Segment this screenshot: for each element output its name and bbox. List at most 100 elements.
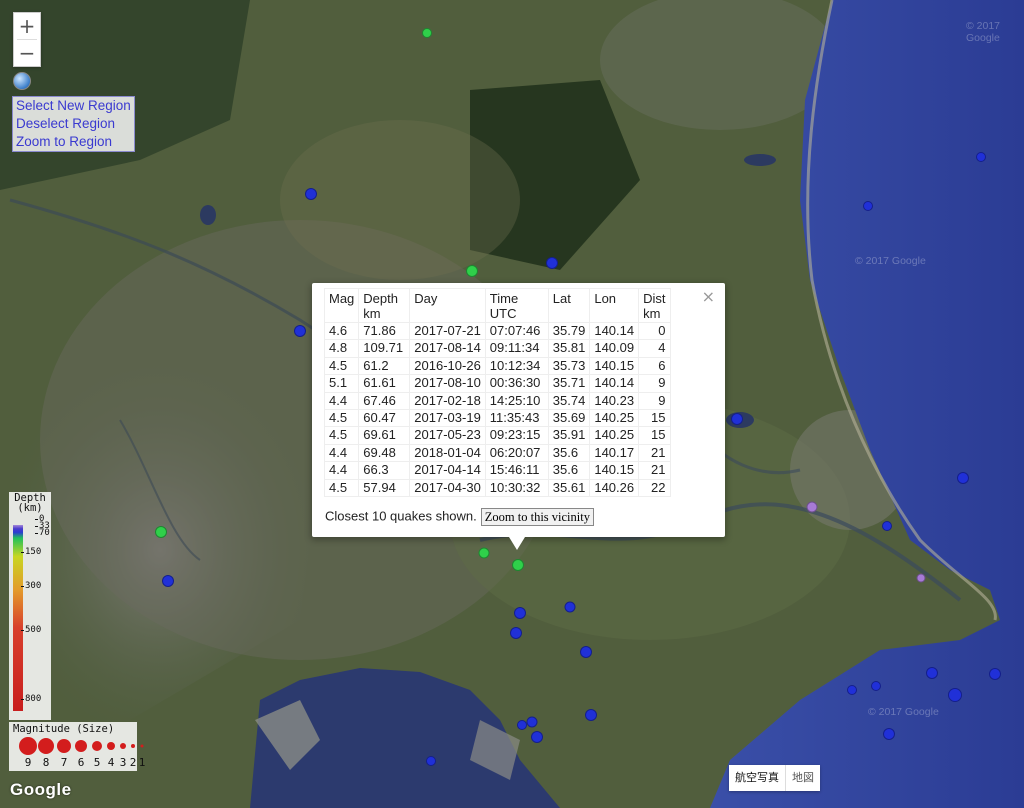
earthquake-marker[interactable]	[466, 265, 478, 277]
earthquake-marker[interactable]	[514, 607, 526, 619]
earthquake-marker[interactable]	[512, 559, 524, 571]
magnitude-legend-title: Magnitude (Size)	[13, 723, 115, 735]
earthquake-marker[interactable]	[882, 521, 892, 531]
earthquake-marker[interactable]	[948, 688, 962, 702]
earthquake-marker[interactable]	[517, 720, 527, 730]
deselect-region-link[interactable]: Deselect Region	[16, 115, 131, 133]
earthquake-marker[interactable]	[989, 668, 1001, 680]
depth-legend-title: Depth (km)	[14, 492, 46, 514]
table-cell: 2018-01-04	[409, 443, 486, 463]
table-cell: 10:30:32	[484, 478, 549, 498]
earthquake-marker[interactable]	[162, 575, 174, 587]
table-cell: 15:46:11	[484, 461, 549, 480]
table-row: 4.5 61.2 2016-10-26 10:12:34 35.73 140.15 6	[323, 356, 671, 376]
table-cell: 35.71	[547, 374, 591, 393]
table-row: 4.5 57.94 2017-04-30 10:30:32 35.61 140.26 22	[323, 478, 671, 498]
earthquake-marker[interactable]	[731, 413, 743, 425]
table-row: 4.8 109.71 2017-08-14 09:11:34 35.81 140.09 4	[323, 339, 671, 358]
zoom-to-region-link[interactable]: Zoom to Region	[16, 133, 131, 151]
earthquake-marker[interactable]	[883, 728, 895, 740]
table-cell: 4	[638, 339, 671, 358]
table-cell: 140.09	[589, 339, 640, 358]
table-cell: 4.4	[323, 391, 360, 411]
zoom-out-button[interactable]: −	[14, 40, 40, 66]
table-cell: 67.46	[358, 391, 411, 411]
zoom-control: + −	[13, 12, 41, 67]
table-cell: 109.71	[358, 339, 411, 358]
earthquake-marker[interactable]	[422, 28, 432, 38]
magnitude-size-dot	[19, 737, 37, 755]
earthquake-marker[interactable]	[863, 201, 873, 211]
earthquake-marker[interactable]	[546, 257, 558, 269]
magnitude-label: 4	[107, 756, 115, 769]
earthquake-marker[interactable]	[976, 152, 986, 162]
earthquake-marker[interactable]	[426, 756, 436, 766]
table-row: 4.4 69.48 2018-01-04 06:20:07 35.6 140.17 21	[323, 443, 671, 463]
header-day: Day	[409, 288, 486, 323]
earthquake-marker[interactable]	[871, 681, 881, 691]
earthquake-marker[interactable]	[510, 627, 522, 639]
table-cell: 2017-07-21	[409, 321, 486, 341]
earthquake-marker[interactable]	[926, 667, 938, 679]
table-cell: 4.8	[323, 339, 360, 358]
earthquake-marker[interactable]	[847, 685, 857, 695]
earthquake-marker[interactable]	[806, 501, 818, 513]
table-cell: 35.81	[547, 339, 591, 358]
table-cell: 66.3	[358, 461, 411, 480]
earthquake-marker[interactable]	[957, 472, 969, 484]
table-cell: 61.2	[358, 356, 411, 376]
table-row: 4.4 67.46 2017-02-18 14:25:10 35.74 140.23 9	[323, 391, 671, 411]
table-cell: 35.74	[547, 391, 591, 411]
earthquake-marker[interactable]	[305, 188, 317, 200]
map-watermark: © 2017 Google	[855, 255, 926, 267]
earthquake-marker[interactable]	[478, 547, 490, 559]
earthquake-marker[interactable]	[916, 573, 926, 583]
table-cell: 2017-04-14	[409, 461, 486, 480]
table-cell: 140.23	[589, 391, 640, 411]
table-cell: 4.5	[323, 426, 360, 445]
magnitude-size-dot	[120, 743, 126, 749]
zoom-to-vicinity-button[interactable]: Zoom to this vicinity	[480, 508, 594, 526]
table-cell: 15	[638, 426, 671, 445]
region-menu: Select New Region Deselect Region Zoom t…	[12, 96, 135, 152]
magnitude-size-dot	[131, 744, 135, 748]
header-mag: Mag	[323, 288, 360, 323]
select-new-region-link[interactable]: Select New Region	[16, 97, 131, 115]
table-cell: 61.61	[358, 374, 411, 393]
google-logo: Google	[10, 780, 72, 799]
table-cell: 57.94	[358, 478, 411, 498]
earthquake-marker[interactable]	[155, 526, 167, 538]
table-cell: 14:25:10	[484, 391, 549, 411]
table-cell: 35.6	[547, 443, 591, 463]
earthquake-marker[interactable]	[585, 709, 597, 721]
table-cell: 06:20:07	[484, 443, 549, 463]
table-cell: 140.25	[589, 409, 640, 428]
magnitude-label: 3	[119, 756, 127, 769]
table-cell: 0	[638, 321, 671, 341]
earthquake-marker[interactable]	[526, 716, 538, 728]
depth-tick-label: 500	[20, 625, 42, 635]
earthquake-marker[interactable]	[564, 601, 576, 613]
table-header-row: Mag Depth km Day Time UTC Lat Lon Dist k…	[323, 288, 671, 323]
table-cell: 2017-03-19	[409, 409, 486, 428]
earthquake-marker[interactable]	[294, 325, 306, 337]
map-type-control: 航空写真 地図	[729, 765, 820, 791]
magnitude-label: 5	[93, 756, 101, 769]
table-cell: 09:23:15	[484, 426, 549, 445]
magnitude-label: 1	[138, 756, 146, 769]
earthquake-marker[interactable]	[580, 646, 592, 658]
magnitude-label: 6	[77, 756, 85, 769]
close-icon[interactable]: ×	[702, 287, 715, 306]
magnitude-size-dot	[92, 741, 102, 751]
globe-icon[interactable]	[13, 72, 31, 90]
zoom-in-button[interactable]: +	[14, 13, 40, 39]
table-cell: 5.1	[323, 374, 360, 393]
header-depth: Depth km	[358, 288, 411, 323]
table-cell: 4.4	[323, 443, 360, 463]
road-map-type-button[interactable]: 地図	[785, 765, 820, 791]
table-cell: 07:07:46	[484, 321, 549, 341]
header-lat: Lat	[547, 288, 591, 323]
table-cell: 35.73	[547, 356, 591, 376]
earthquake-marker[interactable]	[531, 731, 543, 743]
satellite-map-type-button[interactable]: 航空写真	[729, 765, 785, 791]
